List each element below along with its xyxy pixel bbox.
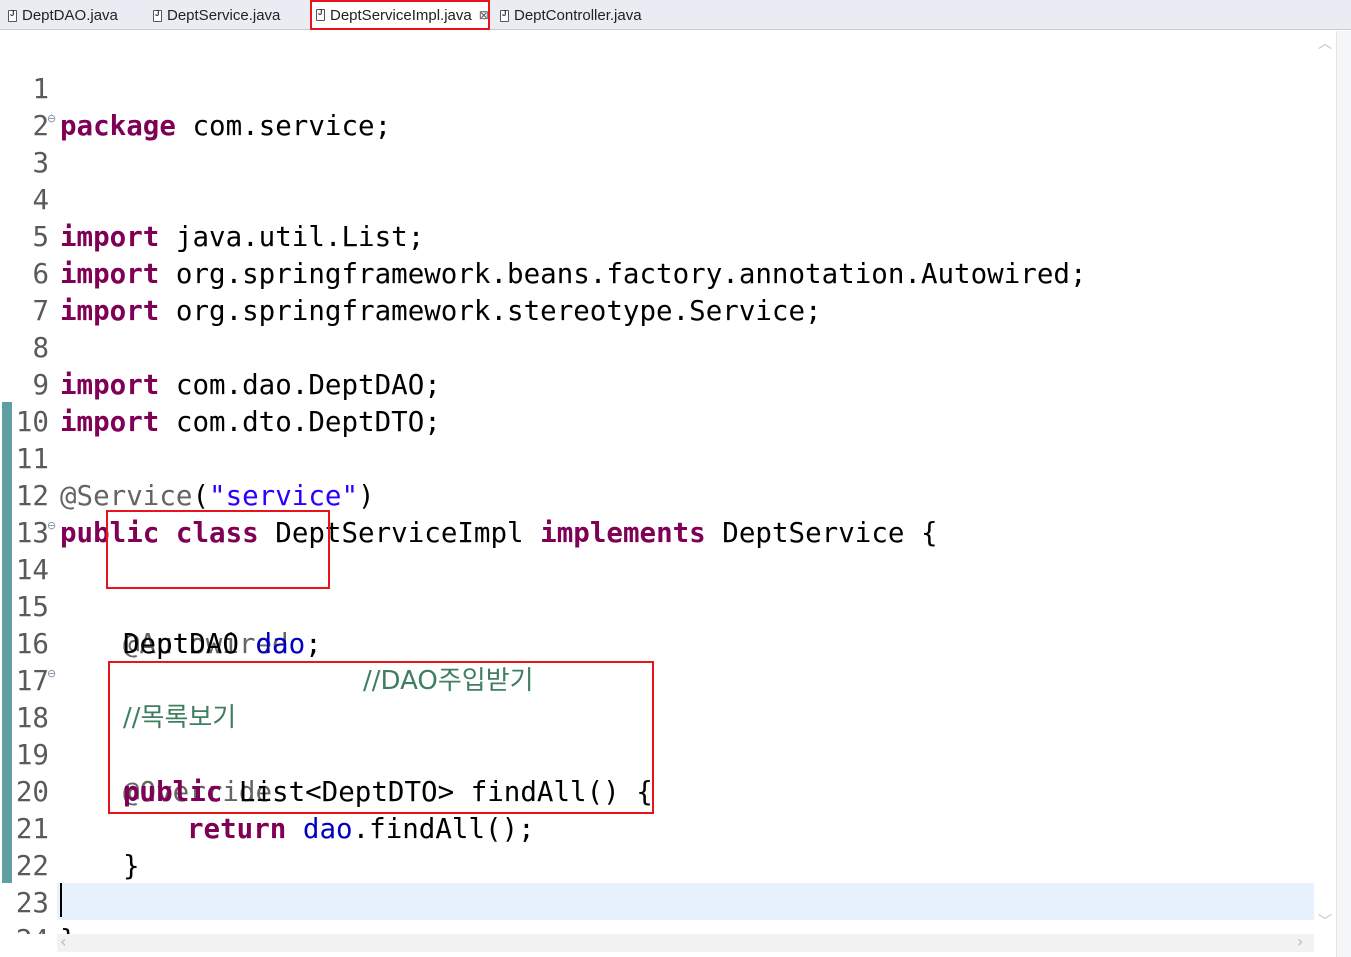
tab-label: DeptDAO.java (22, 7, 118, 24)
code-line: 11 @Service("service") (0, 404, 1314, 512)
tab-deptdao[interactable]: DeptDAO.java (8, 2, 118, 29)
java-file-icon (153, 9, 162, 22)
code-line: 3 ⊖ import java.util.List; (0, 108, 1314, 253)
code-line: 6 import org.springframework.stereotype.… (0, 219, 1314, 327)
overview-ruler (1336, 31, 1351, 957)
code-line: 4 (0, 145, 1314, 216)
fold-minus-icon[interactable]: ⊖ (47, 516, 56, 536)
tab-deptserviceimpl[interactable]: DeptServiceImpl.java ⊠ (310, 0, 490, 30)
tab-label: DeptService.java (167, 7, 281, 24)
code-editor[interactable]: 1 package com.service; 2 3 ⊖ import java… (0, 31, 1314, 934)
vertical-scrollbar[interactable]: ︿ ﹀ (1314, 31, 1336, 934)
close-icon[interactable]: ⊠ (479, 8, 489, 22)
highlight-box-autowired (106, 510, 330, 589)
java-file-icon (8, 9, 17, 22)
text-cursor (60, 883, 62, 917)
tab-deptservice[interactable]: DeptService.java (153, 2, 280, 29)
tab-label: DeptController.java (514, 7, 642, 24)
chevron-left-icon[interactable]: ‹ (60, 932, 66, 951)
fold-minus-icon[interactable]: ⊖ (47, 664, 56, 684)
line-number: 24 (0, 922, 49, 934)
code-line: 8 import com.dao.DeptDAO; (0, 293, 1314, 401)
code-line: 12 public class DeptServiceImpl implemen… (0, 441, 1314, 549)
highlight-box-findall (108, 661, 654, 814)
code-line: 2 (0, 71, 1314, 142)
horizontal-scrollbar[interactable]: ‹ › (57, 932, 1314, 952)
code-line: 17 //목록보기 (0, 626, 1314, 733)
chevron-right-icon[interactable]: › (1297, 932, 1303, 951)
chevron-down-icon[interactable]: ﹀ (1318, 911, 1332, 931)
tab-label: DeptServiceImpl.java (330, 6, 472, 24)
code-line: 5 import org.springframework.beans.facto… (0, 182, 1314, 290)
code-line: 24 (0, 885, 1314, 934)
fold-minus-icon[interactable]: ⊖ (47, 109, 56, 129)
code-line: 10 (0, 367, 1314, 438)
editor-tab-bar: DeptDAO.java DeptService.java DeptServic… (0, 0, 1351, 30)
java-file-icon (316, 8, 325, 21)
java-file-icon (500, 9, 509, 22)
code-line: 9 import com.dto.DeptDTO; (0, 330, 1314, 438)
code-line: 22 (0, 811, 1314, 882)
code-line: 16 (0, 589, 1314, 660)
tab-deptcontroller[interactable]: DeptController.java (500, 2, 642, 29)
code-line: 1 package com.service; (0, 34, 1314, 142)
chevron-up-icon[interactable]: ︿ (1318, 33, 1332, 53)
code-line: 23 } (0, 848, 1314, 934)
code-line: 7 (0, 256, 1314, 327)
